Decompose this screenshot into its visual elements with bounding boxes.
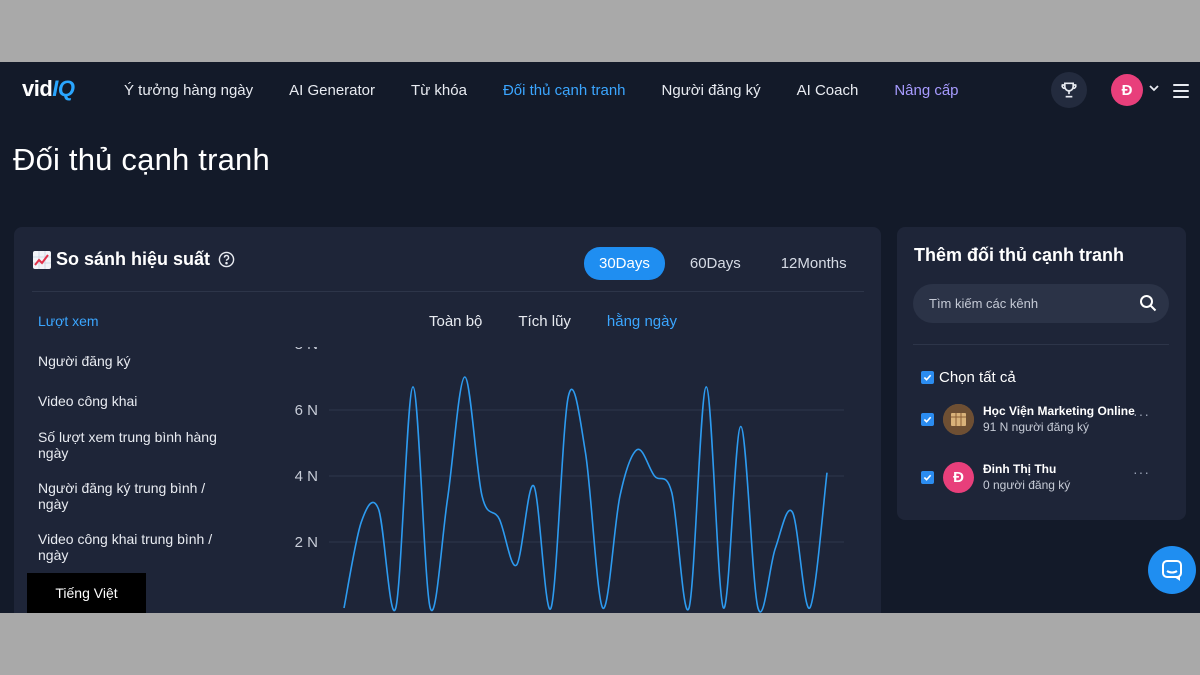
competitor-name[interactable]: Đinh Thị Thu	[983, 462, 1143, 477]
mode-tab-daily[interactable]: hằng ngày	[607, 313, 677, 330]
performance-header: So sánh hiệu suất	[32, 249, 235, 270]
mode-tab-cumulative[interactable]: Tích lũy	[518, 313, 571, 330]
competitor-item: Đ Đinh Thị Thu 0 người đăng ký ···	[921, 462, 1161, 493]
menu-icon[interactable]	[1173, 84, 1189, 98]
nav-item-subscribers[interactable]: Người đăng ký	[662, 82, 761, 99]
y-tick-label: 2 N	[295, 534, 318, 551]
mode-tab-total[interactable]: Toàn bộ	[429, 313, 482, 330]
range-tabs: 30Days 60Days 12Months	[584, 247, 872, 280]
checkbox-checked-icon[interactable]	[921, 413, 934, 426]
nav-item-competitors[interactable]: Đối thủ cạnh tranh	[503, 82, 626, 99]
more-options-icon[interactable]: ···	[1133, 406, 1150, 422]
competitors-title: Thêm đối thủ cạnh tranh	[914, 245, 1124, 265]
series-line	[343, 376, 828, 613]
competitor-info: Học Viện Marketing Online 91 N người đăn…	[983, 404, 1143, 435]
select-all-label: Chọn tất cả	[939, 369, 1016, 386]
competitor-subscribers: 91 N người đăng ký	[983, 420, 1089, 434]
y-tick-label: 6 N	[295, 402, 318, 419]
select-all[interactable]: Chọn tất cả	[921, 369, 1016, 386]
performance-panel: So sánh hiệu suất 30Days 60Days 12Months…	[14, 227, 881, 613]
channel-search-input[interactable]	[929, 284, 1129, 323]
metric-list: Lượt xem Người đăng ký Video công khai S…	[38, 313, 238, 563]
metric-avg-daily-views[interactable]: Số lượt xem trung bình hàng ngày	[38, 429, 238, 461]
nav-item-upgrade[interactable]: Nâng cấp	[894, 82, 958, 99]
nav-item-ai-generator[interactable]: AI Generator	[289, 82, 375, 99]
nav-items: Ý tưởng hàng ngày AI Generator Từ khóa Đ…	[124, 82, 995, 99]
metric-views[interactable]: Lượt xem	[38, 313, 238, 329]
chart-increasing-icon	[33, 250, 51, 269]
divider	[913, 344, 1169, 345]
trophy-button[interactable]	[1051, 72, 1087, 108]
metric-avg-daily-subscribers[interactable]: Người đăng ký trung bình / ngày	[38, 480, 238, 512]
page-title: Đối thủ cạnh tranh	[13, 142, 270, 177]
range-tab-30days[interactable]: 30Days	[584, 247, 665, 280]
range-tab-60days[interactable]: 60Days	[675, 247, 756, 280]
chevron-down-icon[interactable]	[1148, 82, 1160, 94]
metric-public-videos[interactable]: Video công khai	[38, 393, 238, 409]
checkbox-checked-icon[interactable]	[921, 371, 934, 384]
nav-item-ai-coach[interactable]: AI Coach	[797, 82, 859, 99]
competitor-item: Học Viện Marketing Online 91 N người đăn…	[921, 404, 1161, 435]
checkbox-checked-icon[interactable]	[921, 471, 934, 484]
mode-tabs: Toàn bộ Tích lũy hằng ngày	[429, 313, 713, 330]
user-avatar[interactable]: Đ	[1111, 74, 1143, 106]
channel-avatar	[943, 404, 974, 435]
divider	[32, 291, 864, 292]
channel-search	[913, 284, 1169, 323]
competitor-name[interactable]: Học Viện Marketing Online	[983, 404, 1143, 419]
y-tick-label: 4 N	[295, 468, 318, 485]
range-tab-12months[interactable]: 12Months	[766, 247, 862, 280]
performance-title: So sánh hiệu suất	[56, 249, 211, 269]
nav-item-daily-ideas[interactable]: Ý tưởng hàng ngày	[124, 82, 253, 99]
more-options-icon[interactable]: ···	[1133, 464, 1150, 480]
y-tick-label: 8 N	[295, 347, 318, 353]
nav-item-keywords[interactable]: Từ khóa	[411, 82, 467, 99]
competitor-info: Đinh Thị Thu 0 người đăng ký	[983, 462, 1143, 493]
competitors-panel: Thêm đối thủ cạnh tranh Chọn tất cả Học …	[897, 227, 1186, 520]
competitor-subscribers: 0 người đăng ký	[983, 478, 1071, 492]
search-icon[interactable]	[1139, 294, 1157, 312]
chat-icon	[1162, 560, 1182, 581]
metric-subscribers[interactable]: Người đăng ký	[38, 353, 238, 369]
channel-avatar: Đ	[943, 462, 974, 493]
language-button[interactable]: Tiếng Việt	[27, 573, 146, 613]
vidiq-logo[interactable]: vidIQ	[22, 76, 75, 102]
metric-avg-daily-videos[interactable]: Video công khai trung bình / ngày	[38, 531, 238, 563]
help-icon[interactable]	[218, 251, 235, 268]
top-nav: vidIQ Ý tưởng hàng ngày AI Generator Từ …	[0, 62, 1200, 118]
app-window: vidIQ Ý tưởng hàng ngày AI Generator Từ …	[0, 62, 1200, 613]
views-line-chart: 8 N 6 N 4 N 2 N	[295, 347, 844, 613]
chat-support-button[interactable]	[1148, 546, 1196, 594]
trophy-icon	[1061, 82, 1077, 98]
